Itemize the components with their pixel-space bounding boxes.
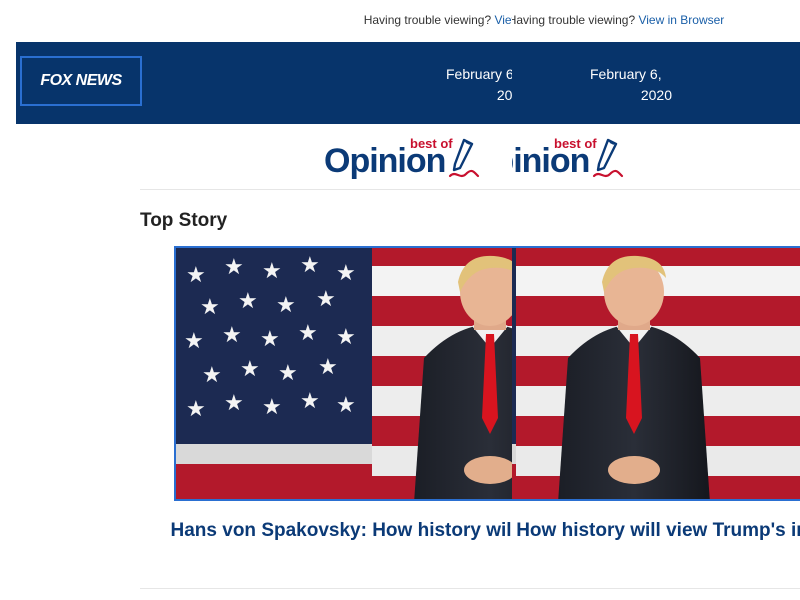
date-line-2: 2020 — [640, 87, 672, 103]
trump-flag-photo: ★★★★★ ★★★★ ★★★★★ ★★★★ ★★★★★ — [176, 248, 512, 499]
trump-flag-photo: ★★★★★ ★★★★ ★★★★★ ★★★★ ★★★★★ — [512, 248, 800, 499]
fox-news-logo[interactable]: FOX NEWS — [20, 56, 142, 106]
email-content: Having trouble viewing? View in Browser … — [0, 0, 512, 600]
svg-text:★: ★ — [318, 354, 338, 379]
view-in-browser-link[interactable]: View in Browser — [494, 13, 512, 27]
opinion-wordmark: Opinion — [512, 142, 590, 180]
divider-top — [512, 189, 800, 190]
svg-text:★: ★ — [262, 258, 282, 283]
svg-text:★: ★ — [186, 262, 206, 287]
svg-text:★: ★ — [276, 292, 296, 317]
top-story-image[interactable]: ★★★★★ ★★★★ ★★★★★ ★★★★ ★★★★★ — [174, 246, 512, 501]
divider-bottom — [512, 588, 800, 589]
top-story-headline[interactable]: Hans von Spakovsky: How history will vie… — [512, 520, 800, 542]
svg-text:★: ★ — [186, 396, 206, 421]
issue-date: February 6, 2020 — [446, 64, 512, 106]
svg-text:★: ★ — [260, 326, 280, 351]
date-line-1: February 6, — [590, 66, 662, 82]
svg-text:★: ★ — [184, 328, 204, 353]
email-header: FOX NEWS February 6, 2020 — [16, 42, 512, 124]
svg-text:★: ★ — [336, 324, 356, 349]
best-of-opinion-logo: best of Opinion — [322, 134, 482, 186]
opinion-wordmark: Opinion — [324, 142, 446, 180]
email-content: Having trouble viewing? View in Browser … — [512, 0, 800, 600]
pen-icon — [592, 138, 624, 178]
top-story-image[interactable]: ★★★★★ ★★★★ ★★★★★ ★★★★ ★★★★★ — [512, 246, 800, 501]
trouble-viewing-text: Having trouble viewing? — [363, 13, 492, 27]
email-view-left: Having trouble viewing? View in Browser … — [0, 0, 512, 600]
svg-text:★: ★ — [298, 320, 318, 345]
svg-text:★: ★ — [300, 388, 320, 413]
date-line-1: February 6, — [446, 66, 512, 82]
svg-text:★: ★ — [200, 294, 220, 319]
svg-text:★: ★ — [336, 392, 356, 417]
top-story-headline[interactable]: Hans von Spakovsky: How history will vie… — [140, 520, 512, 542]
issue-date: February 6, 2020 — [590, 64, 704, 106]
email-header: FOX NEWS February 6, 2020 — [512, 42, 800, 124]
svg-text:★: ★ — [336, 260, 356, 285]
date-line-2: 2020 — [496, 87, 512, 103]
pen-icon — [448, 138, 480, 178]
svg-text:★: ★ — [262, 394, 282, 419]
svg-text:★: ★ — [202, 362, 222, 387]
svg-text:★: ★ — [224, 254, 244, 279]
trouble-viewing-text: Having trouble viewing? — [512, 13, 636, 27]
svg-text:★: ★ — [316, 286, 336, 311]
best-of-opinion-logo: best of Opinion — [512, 134, 626, 186]
email-view-right: Having trouble viewing? View in Browser … — [512, 0, 800, 600]
divider-top — [140, 189, 512, 190]
logo-text: FOX NEWS — [40, 72, 122, 89]
svg-text:★: ★ — [238, 288, 258, 313]
trouble-viewing-banner: Having trouble viewing? View in Browser — [0, 13, 512, 27]
trouble-viewing-banner: Having trouble viewing? View in Browser — [512, 13, 800, 27]
divider-bottom — [140, 588, 512, 589]
section-title: Top Story — [140, 210, 228, 231]
svg-text:★: ★ — [300, 252, 320, 277]
svg-text:★: ★ — [222, 322, 242, 347]
svg-text:★: ★ — [240, 356, 260, 381]
svg-text:★: ★ — [278, 360, 298, 385]
view-in-browser-link[interactable]: View in Browser — [638, 13, 724, 27]
svg-text:★: ★ — [224, 390, 244, 415]
